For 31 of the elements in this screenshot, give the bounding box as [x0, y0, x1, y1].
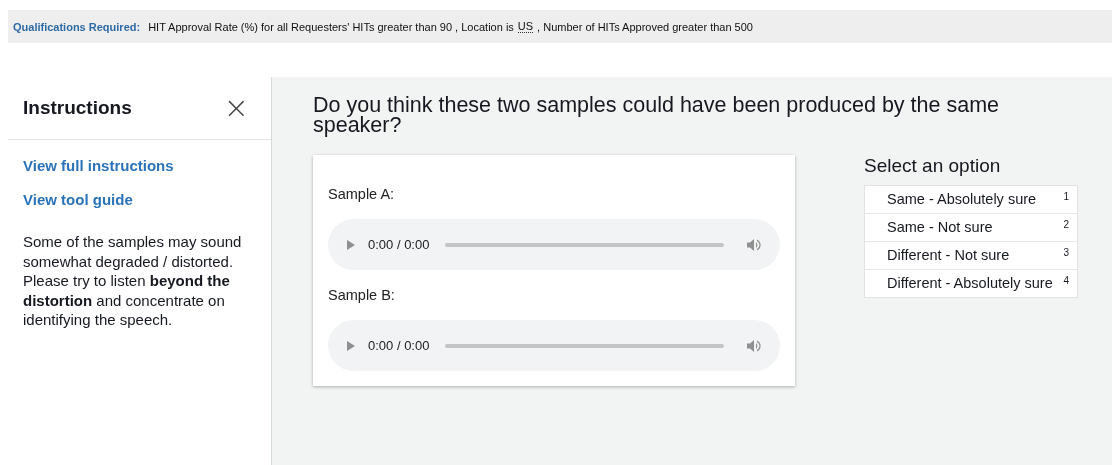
- qualifications-text: , Number of HITs Approved greater than 500: [537, 20, 753, 33]
- qualifications-label: Qualifications Required:: [13, 20, 141, 33]
- play-icon[interactable]: [346, 238, 356, 251]
- close-button[interactable]: ×: [223, 93, 249, 123]
- shortcut-key: 3: [1063, 247, 1069, 264]
- sample-label: Sample A:: [328, 186, 396, 202]
- sample-label: Sample B:: [328, 287, 396, 303]
- play-icon[interactable]: [346, 339, 356, 352]
- country-abbreviation: US: [517, 20, 534, 33]
- audio-time: 0:00 / 0:00: [368, 338, 430, 353]
- audio-player[interactable]: 0:00 / 0:00: [328, 320, 780, 371]
- volume-icon[interactable]: [746, 237, 762, 252]
- instructions-link[interactable]: View tool guide: [23, 191, 251, 208]
- qualifications-text: HIT Approval Rate (%) for all Requesters' HITs greater than 90 , Location is: [148, 20, 514, 33]
- audio-progress-track[interactable]: [445, 343, 724, 348]
- audio-progress-track[interactable]: [445, 242, 724, 247]
- shortcut-key: 1: [1063, 191, 1069, 208]
- option-label: Different - Absolutely sure: [887, 275, 1053, 292]
- volume-icon[interactable]: [746, 338, 762, 353]
- option-label: Same - Not sure: [887, 219, 993, 236]
- audio-player[interactable]: 0:00 / 0:00: [328, 219, 780, 270]
- instructions-text: Some of the samples may sound somewhat degraded / distorted. Please try to listen beyond the distortion and concentrate on identifying the speech.: [23, 232, 243, 330]
- options-title: Select an option: [864, 155, 1002, 177]
- option-label: Same - Absolutely sure: [887, 191, 1037, 208]
- audio-time: 0:00 / 0:00: [368, 237, 430, 252]
- option-label: Different - Not sure: [887, 247, 1010, 264]
- panel-title: Instructions: [23, 97, 132, 119]
- shortcut-key: 4: [1063, 275, 1069, 292]
- instructions-link[interactable]: View full instructions: [23, 157, 251, 174]
- question-text: Do you think these two samples could have been produced by the same speaker?: [313, 95, 1001, 135]
- shortcut-key: 2: [1063, 219, 1069, 236]
